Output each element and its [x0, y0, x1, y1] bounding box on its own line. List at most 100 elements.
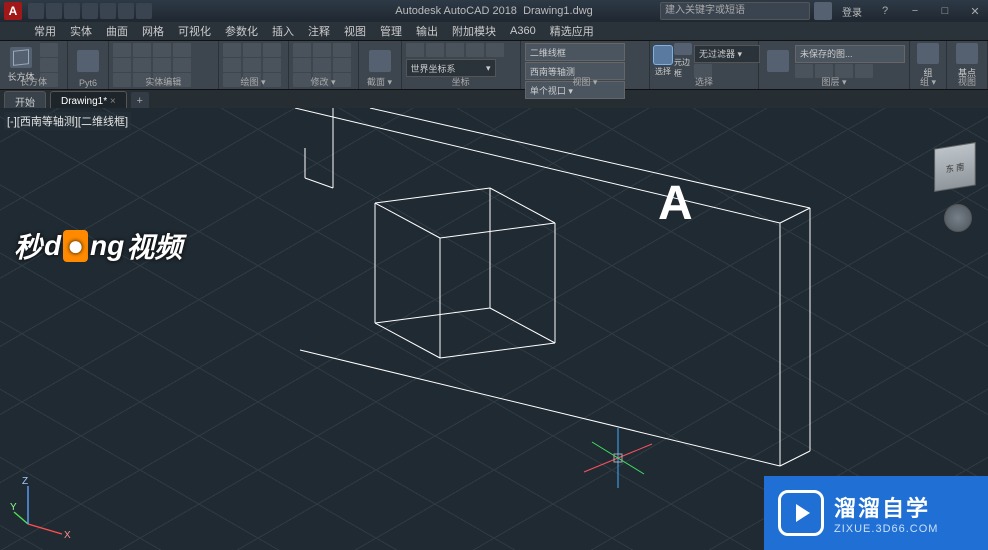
circle-button[interactable] [223, 58, 241, 72]
menu-output[interactable]: 输出 [410, 22, 444, 40]
infocenter-icon[interactable] [814, 2, 832, 20]
signin-button[interactable]: 登录 [836, 4, 868, 19]
line-button[interactable] [223, 43, 241, 57]
base-icon [956, 43, 978, 64]
offset-edge-button[interactable] [153, 58, 171, 72]
panel-solid-edit: 实体编辑 [109, 41, 218, 89]
thicken-button[interactable] [133, 58, 151, 72]
subtract-button[interactable] [113, 58, 131, 72]
navwheel-icon[interactable] [944, 204, 972, 232]
mirror-button[interactable] [313, 58, 331, 72]
panel-view: 二维线框 西南等轴测 单个视口 ▾ 视图 ▾ [521, 41, 650, 89]
group-button[interactable]: 组 [914, 43, 942, 79]
quick-access-toolbar [28, 3, 152, 19]
menu-featured[interactable]: 精选应用 [544, 22, 600, 40]
watermark-miaodong: 秒d●ng视频 [14, 226, 182, 266]
menu-a360[interactable]: A360 [504, 24, 542, 38]
panel-modify: 修改 ▾ [289, 41, 359, 89]
menu-parametric[interactable]: 参数化 [219, 22, 264, 40]
qat-new-icon[interactable] [28, 3, 44, 19]
shell-button[interactable] [173, 43, 191, 57]
menu-bar: 常用 实体 曲面 网格 可视化 参数化 插入 注释 视图 管理 输出 附加模块 … [0, 22, 988, 41]
crosshair-cursor [578, 418, 658, 498]
close-button[interactable]: ✕ [962, 2, 988, 20]
ucs-prev-button[interactable] [466, 43, 484, 57]
menu-manage[interactable]: 管理 [374, 22, 408, 40]
panel-select: 选择 元边框 无过滤器 ▾ 选择 [650, 41, 759, 89]
qat-saveas-icon[interactable] [82, 3, 98, 19]
ucs-x-button[interactable] [486, 43, 504, 57]
annotation-a: A [658, 176, 693, 231]
close-tab-icon[interactable]: × [110, 96, 116, 107]
section-icon [369, 50, 391, 72]
play-icon [778, 490, 824, 536]
section-plane-button[interactable] [363, 43, 397, 79]
layer-state-dropdown[interactable]: 未保存的图... [795, 45, 905, 63]
viewcube[interactable]: 东 南 [932, 144, 982, 194]
title-bar: A Autodesk AutoCAD 2018 Drawing1.dwg 建入关… [0, 0, 988, 22]
polyline-button[interactable] [243, 43, 261, 57]
polysolid-button[interactable] [40, 43, 58, 57]
rect-button[interactable] [243, 58, 261, 72]
menu-annotate[interactable]: 注释 [302, 22, 336, 40]
panel-draw: 绘图 ▾ [219, 41, 289, 89]
help-search-input[interactable]: 建入关键字或短语 [660, 2, 810, 20]
ucs-world-button[interactable] [426, 43, 444, 57]
panel-layer: 未保存的图... 图层 ▾ [759, 41, 910, 89]
panel-primitive-label: 长方体 [0, 75, 67, 88]
rotate-button[interactable] [313, 43, 331, 57]
hatch-button[interactable] [263, 43, 281, 57]
panel-coord: 世界坐标系▾ 坐标 [402, 41, 521, 89]
slab [295, 108, 810, 466]
ucs-face-button[interactable] [446, 43, 464, 57]
culling-icon [654, 46, 672, 64]
ucs-icon[interactable]: X Y Z [10, 472, 80, 542]
trim-button[interactable] [333, 43, 351, 57]
spline-button[interactable] [263, 58, 281, 72]
move-button[interactable] [293, 43, 311, 57]
watermark-title: 溜溜自学 [834, 491, 938, 523]
taper-button[interactable] [173, 58, 191, 72]
qat-undo-icon[interactable] [118, 3, 134, 19]
menu-view[interactable]: 视图 [338, 22, 372, 40]
qat-redo-icon[interactable] [136, 3, 152, 19]
qat-plot-icon[interactable] [100, 3, 116, 19]
smooth-icon [77, 50, 99, 72]
menu-visualize[interactable]: 可视化 [172, 22, 217, 40]
help-icon[interactable]: ? [872, 2, 898, 20]
extract-edges-button[interactable] [153, 43, 171, 57]
copy-button[interactable] [293, 58, 311, 72]
culling-button[interactable]: 选择 [654, 43, 672, 79]
menu-surface[interactable]: 曲面 [100, 22, 134, 40]
box-icon [10, 47, 32, 68]
ucs-button[interactable] [406, 43, 424, 57]
layer-props-button[interactable] [763, 43, 793, 79]
base-view-button[interactable]: 基点 [951, 43, 983, 79]
minimize-button[interactable]: − [902, 2, 928, 20]
panel-section: 截面 ▾ [359, 41, 402, 89]
fillet-button[interactable] [333, 58, 351, 72]
qat-open-icon[interactable] [46, 3, 62, 19]
qat-save-icon[interactable] [64, 3, 80, 19]
smooth-button[interactable] [72, 43, 104, 79]
menu-insert[interactable]: 插入 [266, 22, 300, 40]
menu-home[interactable]: 常用 [28, 22, 62, 40]
maximize-button[interactable]: □ [932, 2, 958, 20]
app-icon[interactable]: A [4, 2, 22, 20]
extrude-button[interactable] [40, 58, 58, 72]
gizmo-icon [674, 43, 692, 55]
visual-style-dropdown[interactable]: 二维线框 [525, 43, 625, 61]
menu-mesh[interactable]: 网格 [136, 22, 170, 40]
menu-addins[interactable]: 附加模块 [446, 22, 502, 40]
drawing-canvas[interactable]: [-][西南等轴测][二维线框] [0, 108, 988, 550]
gizmo-button[interactable]: 元边框 [674, 43, 692, 79]
svg-text:Y: Y [10, 502, 17, 513]
layer-props-icon [767, 50, 789, 72]
union-button[interactable] [113, 43, 131, 57]
viewcube-face[interactable]: 东 南 [934, 142, 976, 192]
ribbon: 长方体 长方体 Pyt6 实体编辑 绘图 ▾ [0, 41, 988, 90]
slice-button[interactable] [133, 43, 151, 57]
filter-dropdown[interactable]: 无过滤器 ▾ [694, 45, 760, 63]
menu-solid[interactable]: 实体 [64, 22, 98, 40]
panel-base: 基点 视图 [947, 41, 988, 89]
